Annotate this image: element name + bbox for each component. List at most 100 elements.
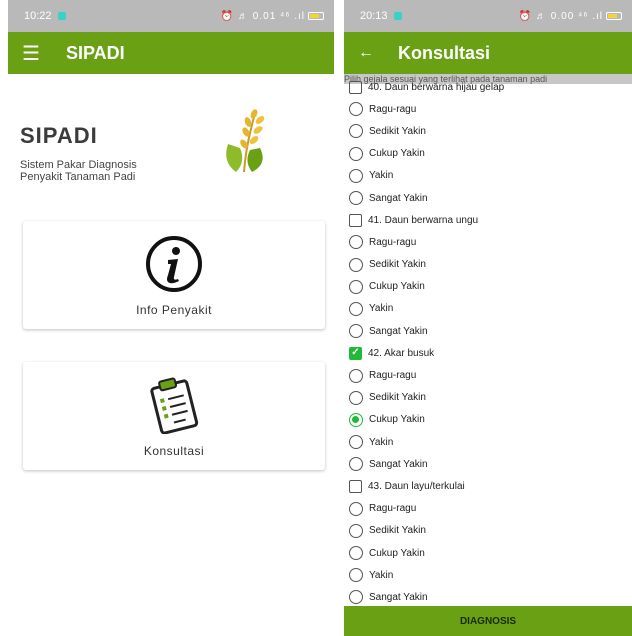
row-label: Sangat Yakin — [369, 591, 428, 603]
brand-subtitle-line1: Sistem Pakar Diagnosis — [20, 159, 137, 171]
info-penyakit-card[interactable]: Info Penyakit — [23, 221, 325, 329]
back-arrow-icon[interactable]: ← — [358, 44, 374, 62]
diagnosis-button[interactable]: DIAGNOSIS — [344, 606, 632, 636]
confidence-radio-row[interactable]: Yakin — [344, 298, 632, 320]
radio-icon[interactable] — [349, 523, 363, 538]
row-label: Cukup Yakin — [369, 148, 425, 160]
confidence-radio-row[interactable]: Ragu-ragu — [344, 364, 632, 386]
row-label: Yakin — [369, 170, 394, 182]
row-label: Sangat Yakin — [369, 458, 428, 470]
info-icon — [146, 236, 202, 292]
confidence-radio-row[interactable]: Sedikit Yakin — [344, 254, 632, 276]
confidence-radio-row[interactable]: Ragu-ragu — [344, 98, 632, 120]
status-bar: 10:22 ⏰ ♬ 0.01 ⁴⁶ .ıl — [8, 0, 334, 32]
checkbox-icon[interactable] — [349, 213, 362, 227]
confidence-radio-row[interactable]: Cukup Yakin — [344, 276, 632, 298]
battery-icon — [606, 12, 622, 20]
brand-subtitle-line2: Penyakit Tanaman Padi — [20, 171, 136, 183]
checkbox-icon[interactable] — [349, 80, 362, 94]
symptom-checkbox-row[interactable]: ✓ 42. Akar busuk — [344, 342, 632, 364]
radio-icon[interactable] — [349, 235, 363, 250]
app-bar: ☰ SIPADI — [8, 32, 334, 74]
confidence-radio-row[interactable]: Yakin — [344, 165, 632, 187]
radio-icon[interactable] — [349, 191, 363, 206]
status-time: 10:22 — [24, 10, 52, 22]
symptom-checkbox-row[interactable]: 43. Daun layu/terkulai — [344, 475, 632, 497]
row-label: 43. Daun layu/terkulai — [368, 480, 465, 492]
row-label: 40. Daun berwarna hijau gelap — [368, 81, 505, 93]
row-label: Cukup Yakin — [369, 547, 425, 559]
status-indicators: ⏰ ♬ 0.00 ⁴⁶ .ıl — [518, 10, 603, 22]
notification-icon — [393, 12, 402, 20]
confidence-radio-row[interactable]: Sangat Yakin — [344, 320, 632, 342]
app-bar: ← Konsultasi — [344, 32, 632, 74]
home-screen: 10:22 ⏰ ♬ 0.01 ⁴⁶ .ıl ☰ SIPADI SIPADI Si… — [8, 0, 334, 636]
brand-name: SIPADI — [20, 123, 98, 148]
row-label: Ragu-ragu — [369, 103, 417, 115]
radio-icon[interactable] — [349, 257, 363, 272]
radio-icon[interactable] — [349, 102, 363, 117]
radio-selected-icon[interactable] — [349, 412, 363, 427]
row-label: Yakin — [369, 303, 394, 315]
confidence-radio-row[interactable]: Sangat Yakin — [344, 187, 632, 209]
checkbox-checked-icon[interactable]: ✓ — [349, 346, 362, 360]
notification-icon — [57, 12, 66, 20]
confidence-radio-row[interactable]: Yakin — [344, 564, 632, 586]
confidence-radio-row[interactable]: Sedikit Yakin — [344, 520, 632, 542]
confidence-radio-row[interactable]: Ragu-ragu — [344, 498, 632, 520]
row-label: Sangat Yakin — [369, 325, 428, 337]
symptom-checkbox-row[interactable]: 40. Daun berwarna hijau gelap — [344, 76, 632, 98]
status-time: 20:13 — [360, 10, 388, 22]
info-penyakit-label: Info Penyakit — [136, 303, 212, 317]
status-icons: ⏰ ♬ 0.01 ⁴⁶ .ıl — [221, 11, 324, 22]
konsultasi-screen: 20:13 ⏰ ♬ 0.00 ⁴⁶ .ıl ← Konsultasi Pilih… — [344, 0, 632, 636]
row-label: Sangat Yakin — [369, 192, 428, 204]
confidence-radio-row[interactable]: Sedikit Yakin — [344, 120, 632, 142]
radio-icon[interactable] — [349, 146, 363, 161]
row-label: Ragu-ragu — [369, 503, 417, 515]
hamburger-menu-icon[interactable]: ☰ — [22, 41, 42, 66]
radio-icon[interactable] — [349, 435, 363, 450]
radio-icon[interactable] — [349, 301, 363, 316]
radio-icon[interactable] — [349, 390, 363, 405]
confidence-radio-row[interactable]: Cukup Yakin — [344, 409, 632, 431]
confidence-radio-row[interactable]: Ragu-ragu — [344, 231, 632, 253]
confidence-radio-row[interactable]: Sangat Yakin — [344, 453, 632, 475]
row-label: 41. Daun berwarna ungu — [368, 214, 479, 226]
konsultasi-card[interactable]: Konsultasi — [23, 362, 325, 470]
battery-icon — [308, 12, 324, 20]
radio-icon[interactable] — [349, 546, 363, 561]
radio-icon[interactable] — [349, 568, 363, 583]
symptom-list: 40. Daun berwarna hijau gelap Ragu-ragu Se… — [344, 76, 632, 609]
status-bar: 20:13 ⏰ ♬ 0.00 ⁴⁶ .ıl — [344, 0, 632, 32]
konsultasi-label: Konsultasi — [143, 444, 205, 458]
radio-icon[interactable] — [349, 168, 363, 183]
row-label: Sedikit Yakin — [369, 125, 426, 137]
confidence-radio-row[interactable]: Yakin — [344, 431, 632, 453]
row-label: Sedikit Yakin — [369, 392, 426, 404]
radio-icon[interactable] — [349, 590, 363, 605]
screen-title: Konsultasi — [398, 42, 491, 63]
row-label: Yakin — [369, 569, 394, 581]
radio-icon[interactable] — [349, 124, 363, 139]
clipboard-icon — [150, 377, 199, 434]
radio-icon[interactable] — [349, 279, 363, 294]
radio-icon[interactable] — [349, 457, 363, 472]
row-label: Ragu-ragu — [369, 236, 417, 248]
row-label: Cukup Yakin — [369, 281, 425, 293]
confidence-radio-row[interactable]: Cukup Yakin — [344, 143, 632, 165]
row-label: Yakin — [369, 436, 394, 448]
status-icons: ⏰ ♬ 0.00 ⁴⁶ .ıl — [519, 11, 622, 22]
radio-icon[interactable] — [349, 501, 363, 516]
checkbox-icon[interactable] — [349, 479, 362, 493]
symptom-checkbox-row[interactable]: 41. Daun berwarna ungu — [344, 209, 632, 231]
radio-icon[interactable] — [349, 324, 363, 339]
brand-block: SIPADI Sistem Pakar Diagnosis Penyakit T… — [20, 123, 137, 183]
row-label: Sedikit Yakin — [369, 259, 426, 271]
radio-icon[interactable] — [349, 368, 363, 383]
status-indicators: ⏰ ♬ 0.01 ⁴⁶ .ıl — [220, 10, 305, 22]
confidence-radio-row[interactable]: Sedikit Yakin — [344, 387, 632, 409]
confidence-radio-row[interactable]: Cukup Yakin — [344, 542, 632, 564]
brand-subtitle: Sistem Pakar Diagnosis Penyakit Tanaman … — [20, 159, 137, 183]
rice-plant-logo-icon — [226, 109, 265, 173]
